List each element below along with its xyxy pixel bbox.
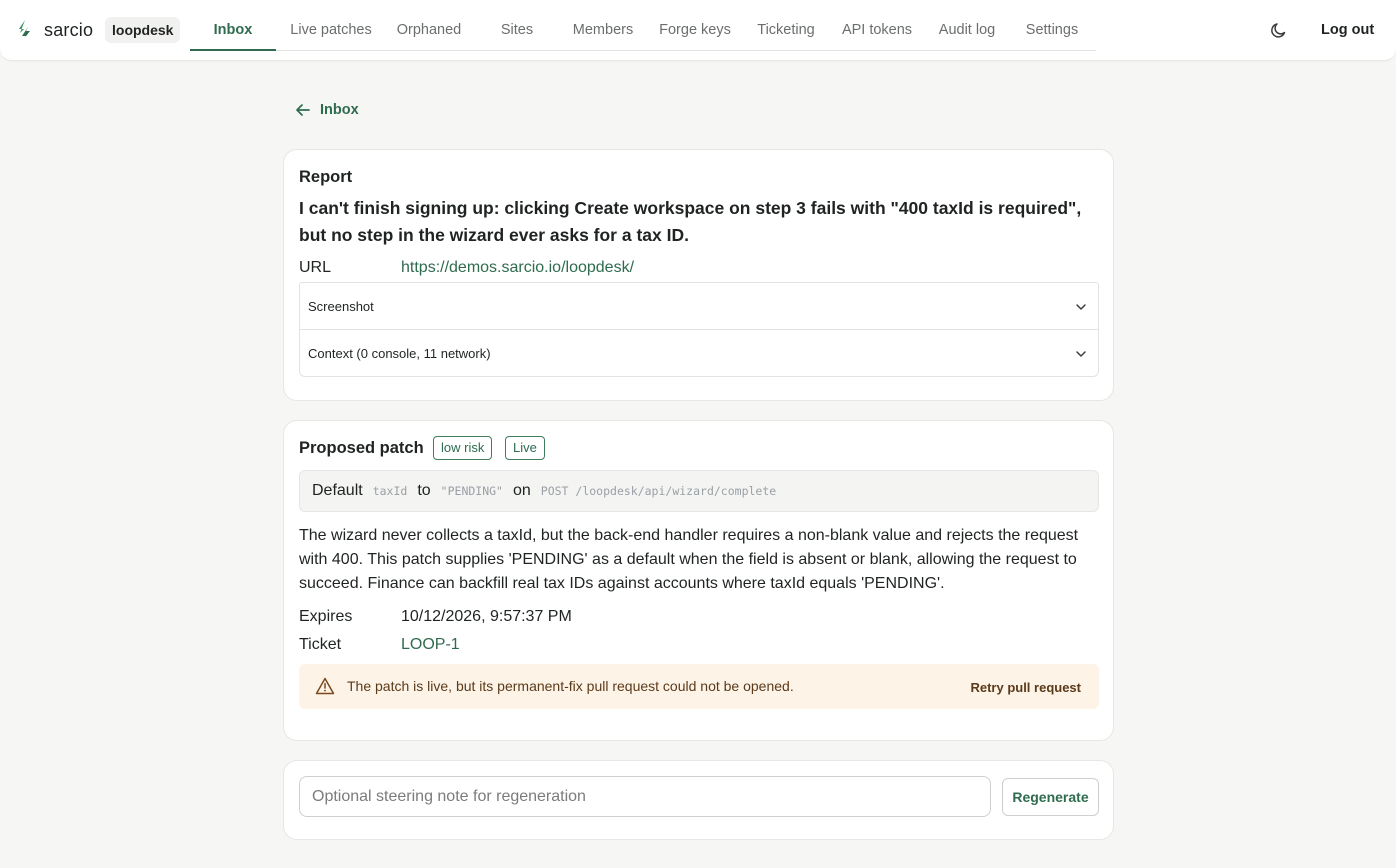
status-badge: Live xyxy=(505,436,545,460)
warning-triangle-icon xyxy=(315,677,335,695)
main-nav: Inbox Live patches Orphaned Sites Member… xyxy=(190,0,1096,51)
summary-to-word: to xyxy=(417,482,431,499)
context-accordion-label: Context (0 console, 11 network) xyxy=(308,346,491,361)
back-to-inbox-link[interactable]: Inbox xyxy=(294,101,359,119)
patch-description: The wizard never collects a taxId, but t… xyxy=(299,527,1079,592)
summary-endpoint: POST /loopdesk/api/wizard/complete xyxy=(540,484,777,498)
tab-api-tokens[interactable]: API tokens xyxy=(838,0,916,51)
risk-badge: low risk xyxy=(433,436,493,460)
report-url-link[interactable]: https://demos.sarcio.io/loopdesk/ xyxy=(401,259,634,277)
patch-summary: Default taxId to "PENDING" on POST /loop… xyxy=(299,470,1099,512)
patch-heading: Proposed patch xyxy=(299,439,424,457)
report-title: I can't finish signing up: clicking Crea… xyxy=(299,198,1082,245)
brand-name[interactable]: sarcio xyxy=(44,20,93,41)
ticket-label: Ticket xyxy=(299,636,342,653)
ticket-link[interactable]: LOOP-1 xyxy=(401,636,460,654)
tab-ticketing[interactable]: Ticketing xyxy=(752,0,820,51)
context-accordion[interactable]: Context (0 console, 11 network) xyxy=(299,330,1099,377)
summary-on-word: on xyxy=(512,482,531,499)
tab-live-patches[interactable]: Live patches xyxy=(284,0,378,51)
report-heading: Report xyxy=(299,168,353,186)
logout-button[interactable]: Log out xyxy=(1321,22,1374,38)
summary-value: "PENDING" xyxy=(440,484,503,498)
expires-label: Expires xyxy=(299,608,353,625)
tab-members[interactable]: Members xyxy=(568,0,638,51)
moon-icon[interactable] xyxy=(1270,21,1288,39)
tab-audit-log[interactable]: Audit log xyxy=(934,0,1000,51)
workspace-chip[interactable]: loopdesk xyxy=(105,17,181,43)
proposed-patch-card: Proposed patch low risk Live Default tax… xyxy=(283,420,1114,741)
expires-value: 10/12/2026, 9:57:37 PM xyxy=(401,608,572,625)
summary-default-word: Default xyxy=(312,482,363,499)
top-bar: sarcio loopdesk Inbox Live patches Orpha… xyxy=(0,0,1396,61)
tab-sites[interactable]: Sites xyxy=(492,0,542,51)
steering-note-input[interactable] xyxy=(299,776,991,817)
tab-orphaned[interactable]: Orphaned xyxy=(390,0,468,51)
warning-text: The patch is live, but its permanent-fix… xyxy=(347,678,794,694)
report-card: Report I can't finish signing up: clicki… xyxy=(283,149,1114,401)
chevron-down-icon xyxy=(1076,351,1086,357)
sarcio-logo-icon[interactable] xyxy=(16,19,32,41)
tab-inbox[interactable]: Inbox xyxy=(190,0,276,51)
chevron-down-icon xyxy=(1076,304,1086,310)
screenshot-accordion[interactable]: Screenshot xyxy=(299,282,1099,330)
screenshot-accordion-label: Screenshot xyxy=(308,299,374,314)
pr-warning-banner: The patch is live, but its permanent-fix… xyxy=(299,664,1099,709)
regenerate-card: Regenerate xyxy=(283,760,1114,840)
back-link-label: Inbox xyxy=(320,102,359,118)
url-label: URL xyxy=(299,259,332,276)
retry-pull-request-button[interactable]: Retry pull request xyxy=(970,680,1081,695)
tab-settings[interactable]: Settings xyxy=(1020,0,1084,51)
summary-field: taxId xyxy=(372,484,408,498)
tab-forge-keys[interactable]: Forge keys xyxy=(656,0,734,51)
arrow-left-icon xyxy=(294,101,312,119)
regenerate-button[interactable]: Regenerate xyxy=(1002,778,1099,816)
